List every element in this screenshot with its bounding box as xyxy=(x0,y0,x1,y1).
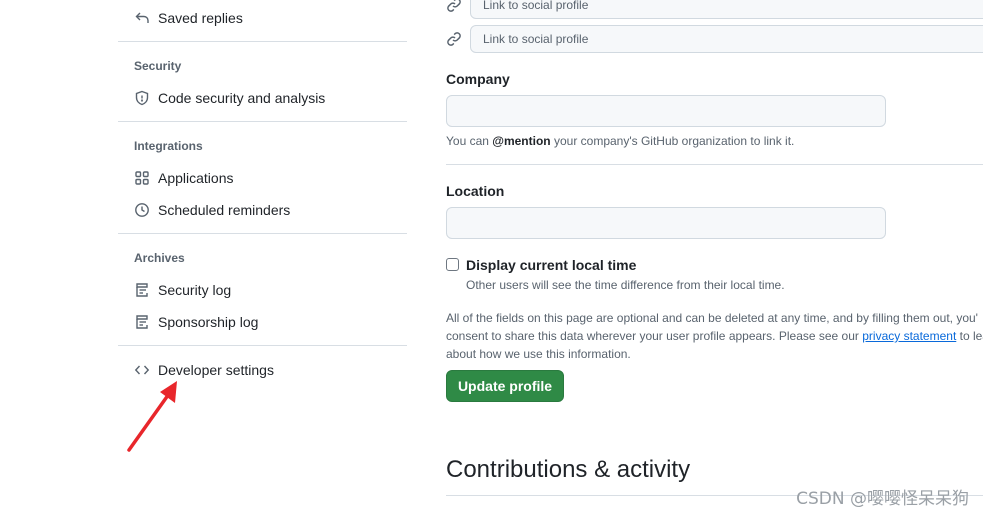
sidebar-item-code-security[interactable]: Code security and analysis xyxy=(122,83,407,113)
company-input[interactable] xyxy=(446,95,886,127)
note-line: consent to share this data wherever your… xyxy=(446,327,983,345)
sidebar-heading-integrations: Integrations xyxy=(134,139,203,153)
sidebar-divider xyxy=(118,345,407,346)
sidebar-item-security-log[interactable]: Security log xyxy=(122,275,407,305)
social-link-row: Link to social profile xyxy=(446,0,983,19)
form-divider xyxy=(446,164,983,165)
sidebar-item-label: Security log xyxy=(158,282,232,298)
sidebar-item-label: Scheduled reminders xyxy=(158,202,291,218)
shield-icon xyxy=(134,90,150,106)
privacy-note: All of the fields on this page are optio… xyxy=(446,309,983,363)
contributions-heading: Contributions & activity xyxy=(446,456,691,483)
sidebar-heading-archives: Archives xyxy=(134,251,185,265)
apps-grid-icon xyxy=(134,170,150,186)
sidebar-item-label: Saved replies xyxy=(158,10,243,26)
company-label: Company xyxy=(446,71,510,87)
reply-icon xyxy=(134,10,150,26)
company-hint: You can @mention your company's GitHub o… xyxy=(446,134,794,148)
hint-text: your company's GitHub organization to li… xyxy=(550,134,795,148)
sidebar-divider xyxy=(118,41,407,42)
sidebar-item-scheduled-reminders[interactable]: Scheduled reminders xyxy=(122,195,407,225)
link-icon xyxy=(446,31,462,47)
social-link-row: Link to social profile xyxy=(446,25,983,53)
mention-text: @mention xyxy=(492,134,551,148)
sidebar-divider xyxy=(118,233,407,234)
sidebar-item-applications[interactable]: Applications xyxy=(122,163,407,193)
local-time-hint: Other users will see the time difference… xyxy=(466,278,785,292)
log-icon xyxy=(134,314,150,330)
sidebar-item-sponsorship-log[interactable]: Sponsorship log xyxy=(122,307,407,337)
clock-icon xyxy=(134,202,150,218)
local-time-label[interactable]: Display current local time xyxy=(466,257,636,273)
privacy-statement-link[interactable]: privacy statement xyxy=(862,329,956,343)
sidebar-item-label: Sponsorship log xyxy=(158,314,259,330)
sidebar-item-label: Code security and analysis xyxy=(158,90,326,106)
sidebar-item-saved-replies[interactable]: Saved replies xyxy=(122,3,407,33)
sidebar-divider xyxy=(118,121,407,122)
social-link-input[interactable]: Link to social profile xyxy=(470,0,983,19)
sidebar-item-label: Applications xyxy=(158,170,234,186)
location-label: Location xyxy=(446,183,505,199)
location-input[interactable] xyxy=(446,207,886,239)
link-icon xyxy=(446,0,462,13)
note-line: about how we use this information. xyxy=(446,347,631,361)
hint-text: You can xyxy=(446,134,493,148)
note-line: All of the fields on this page are optio… xyxy=(446,311,978,325)
watermark: CSDN @嘤嘤怪呆呆狗 xyxy=(796,489,969,509)
update-profile-button[interactable]: Update profile xyxy=(446,370,564,402)
social-link-input[interactable]: Link to social profile xyxy=(470,25,983,53)
sidebar-heading-security: Security xyxy=(134,59,182,73)
local-time-checkbox[interactable] xyxy=(446,258,459,271)
log-icon xyxy=(134,282,150,298)
note-text: to lear xyxy=(959,329,983,343)
note-text: consent to share this data wherever your… xyxy=(446,329,863,343)
annotation-arrow-icon xyxy=(127,381,177,452)
